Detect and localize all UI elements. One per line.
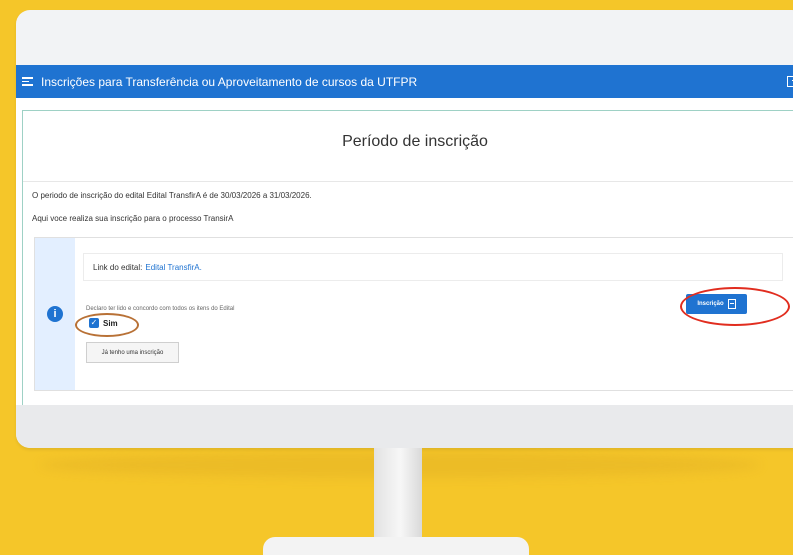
top-navbar: Inscrições para Transferência ou Aprovei… <box>16 65 793 98</box>
already-registered-button[interactable]: Já tenho uma inscrição <box>86 342 179 363</box>
info-icon: i <box>47 306 63 322</box>
edital-link-row: Link do edital: Edital TransfirA. <box>83 253 783 281</box>
declaration-text: Declaro ter lido e concordo com todos os… <box>86 306 235 312</box>
checkbox-highlight-oval <box>75 313 139 337</box>
info-strip: i <box>35 238 75 390</box>
logout-button[interactable]: S <box>787 65 793 98</box>
logout-icon <box>787 76 793 87</box>
page-title: Período de inscrição <box>342 133 488 150</box>
monitor-frame: Inscrições para Transferência ou Aprovei… <box>16 10 793 448</box>
monitor-base <box>263 537 529 555</box>
browser-screen: Inscrições para Transferência ou Aprovei… <box>16 65 793 405</box>
process-text: Aqui voce realiza sua inscrição para o p… <box>32 214 234 223</box>
card-header: Período de inscrição <box>23 111 793 182</box>
info-box: i Link do edital: Edital TransfirA. Decl… <box>34 237 793 391</box>
hamburger-icon[interactable] <box>22 75 33 88</box>
edital-link[interactable]: Edital TransfirA. <box>145 263 201 272</box>
link-label: Link do edital: <box>93 262 143 272</box>
submit-highlight-oval <box>680 287 790 326</box>
app-title: Inscrições para Transferência ou Aprovei… <box>41 74 418 89</box>
period-text: O periodo de inscrição do edital Edital … <box>32 191 312 200</box>
registration-card: Período de inscrição O periodo de inscri… <box>22 110 793 405</box>
